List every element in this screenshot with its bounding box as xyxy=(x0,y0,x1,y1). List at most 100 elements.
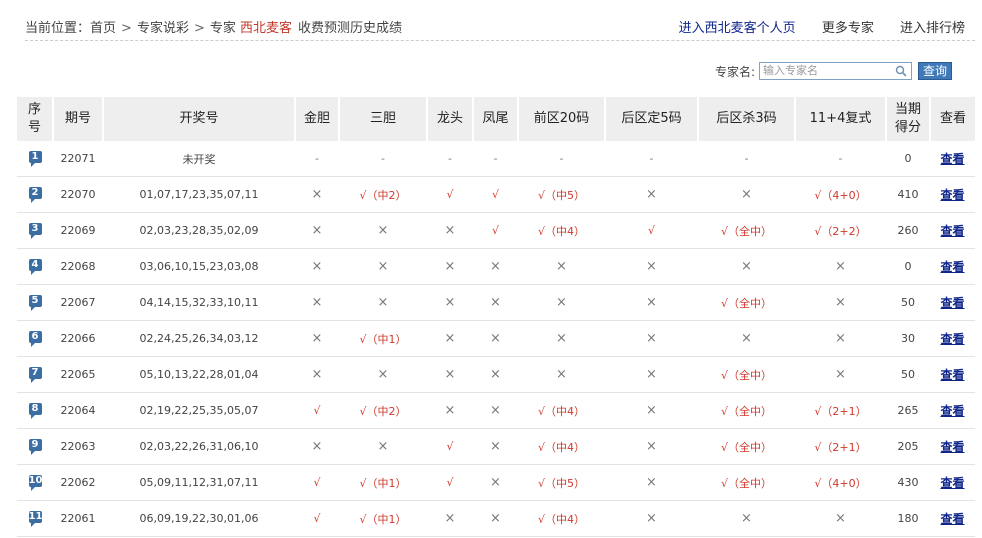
cell-draw-text: 未开奖 xyxy=(182,152,216,166)
cell-front20-text: √（中4） xyxy=(537,440,585,454)
cell-tail: × xyxy=(473,248,518,285)
more-experts-link[interactable]: 更多专家 xyxy=(822,21,874,36)
cell-three: × xyxy=(339,428,427,465)
cell-combo: × xyxy=(795,356,886,393)
view-link[interactable]: 查看 xyxy=(940,188,964,202)
top-links: 进入西北麦客个人页 更多专家 进入排行榜 xyxy=(657,17,965,36)
personal-page-link[interactable]: 进入西北麦客个人页 xyxy=(679,21,796,36)
cell-golden: × xyxy=(295,248,339,285)
cell-back5-text: × xyxy=(646,439,657,454)
row-number: 3 xyxy=(28,223,42,235)
cell-head-text: √ xyxy=(446,188,454,201)
cell-combo: × xyxy=(795,500,886,537)
cell-golden: × xyxy=(295,176,339,213)
cell-score: 430 xyxy=(886,464,930,501)
view-link[interactable]: 查看 xyxy=(940,404,964,418)
cell-view: 查看 xyxy=(930,464,975,501)
cell-head: × xyxy=(427,212,473,249)
cell-score: 0 xyxy=(886,248,930,285)
view-link[interactable]: 查看 xyxy=(940,440,964,454)
cell-tail-text: - xyxy=(493,152,498,165)
cell-head-text: × xyxy=(444,367,456,382)
breadcrumb-expert[interactable]: 专家 xyxy=(210,21,236,36)
cell-front20: × xyxy=(518,284,605,321)
table-header-row: 序号 期号 开奖号 金胆 三胆 龙头 凤尾 前区20码 后区定5码 后区杀3码 11+4复式 当期得分… xyxy=(17,97,975,141)
header-col-front20: 前区20码 xyxy=(518,97,606,141)
cell-issue-text: 22061 xyxy=(60,512,96,525)
cell-kill3-text: √（全中） xyxy=(720,224,772,238)
cell-issue: 22066 xyxy=(53,320,103,357)
cell-front20: √（中4） xyxy=(518,500,605,537)
cell-back5: × xyxy=(605,176,698,213)
row-number: 1 xyxy=(28,151,42,163)
search-input[interactable]: 输入专家名 xyxy=(758,62,912,80)
header-col-golden: 金胆 xyxy=(295,97,340,141)
cell-combo-text: × xyxy=(835,367,846,382)
ranking-link[interactable]: 进入排行榜 xyxy=(900,21,965,36)
header-col-combo: 11+4复式 xyxy=(795,97,887,141)
cell-issue: 22061 xyxy=(53,500,103,537)
cell-head: √ xyxy=(427,428,473,465)
view-link[interactable]: 查看 xyxy=(940,152,964,166)
row-number-badge-icon: 3 xyxy=(28,223,42,239)
table-row: 2 22070 01,07,17,23,35,07,11 × √（中2） √ √ √（中5） ×… xyxy=(17,176,975,213)
cell-no: 3 xyxy=(17,212,53,249)
cell-kill3-text: - xyxy=(744,152,749,165)
cell-back5-text: × xyxy=(646,367,657,382)
table-row: 5 22067 04,14,15,32,33,10,11 × × × × × × √（全中） × 50… xyxy=(17,284,975,321)
cell-issue-text: 22069 xyxy=(60,224,96,237)
cell-three-text: √（中1） xyxy=(359,476,407,490)
view-link[interactable]: 查看 xyxy=(940,296,964,310)
view-link[interactable]: 查看 xyxy=(940,260,964,274)
table-row: 6 22066 02,24,25,26,34,03,12 × √（中1） × × × × × × 30… xyxy=(17,320,975,357)
search-button[interactable]: 查询 xyxy=(917,62,952,80)
cell-golden-text: × xyxy=(311,223,323,238)
cell-draw: 01,07,17,23,35,07,11 xyxy=(103,176,295,213)
cell-front20-text: √（中5） xyxy=(537,188,585,202)
cell-kill3: √（全中） xyxy=(698,284,795,321)
cell-combo: × xyxy=(795,284,886,321)
view-link[interactable]: 查看 xyxy=(940,476,964,490)
cell-front20: × xyxy=(518,248,605,285)
cell-three: √（中2） xyxy=(339,392,427,429)
cell-no: 9 xyxy=(17,428,53,465)
cell-head: × xyxy=(427,320,473,357)
breadcrumb-expert-talk[interactable]: 专家说彩 xyxy=(137,21,189,36)
cell-golden-text: - xyxy=(315,152,319,165)
breadcrumb-separator: > xyxy=(193,21,205,36)
cell-issue: 22071 xyxy=(53,141,103,177)
cell-head: × xyxy=(427,500,473,537)
breadcrumb-home[interactable]: 首页 xyxy=(90,21,116,36)
cell-view: 查看 xyxy=(930,248,975,285)
cell-three: √（中1） xyxy=(339,464,427,501)
cell-tail: - xyxy=(473,141,518,177)
view-link[interactable]: 查看 xyxy=(940,224,964,238)
view-link[interactable]: 查看 xyxy=(940,512,964,526)
cell-three-text: × xyxy=(377,223,389,238)
cell-back5: √ xyxy=(605,212,698,249)
cell-golden: × xyxy=(295,320,339,357)
cell-view: 查看 xyxy=(930,428,975,465)
cell-back5: × xyxy=(605,464,698,501)
cell-golden-text: √ xyxy=(313,404,321,417)
cell-kill3-text: × xyxy=(741,331,752,346)
cell-draw-text: 03,06,10,15,23,03,08 xyxy=(139,260,259,273)
table-row: 8 22064 02,19,22,25,35,05,07 √ √（中2） × × √（中4） ×… xyxy=(17,392,975,429)
cell-draw-text: 02,24,25,26,34,03,12 xyxy=(139,332,259,345)
cell-tail-text: × xyxy=(490,295,501,310)
cell-view: 查看 xyxy=(930,392,975,429)
cell-combo-text: × xyxy=(835,511,846,526)
row-number: 10 xyxy=(28,475,43,487)
cell-draw: 02,03,22,26,31,06,10 xyxy=(103,428,295,465)
header-col-tail: 凤尾 xyxy=(473,97,519,141)
cell-kill3: √（全中） xyxy=(698,212,795,249)
cell-score-text: 180 xyxy=(897,512,919,525)
cell-no: 8 xyxy=(17,392,53,429)
table-body: 1 22071 未开奖 - - - - - - - - 0 查看 2 22070 01,07,17,23,35… xyxy=(17,141,975,537)
view-link[interactable]: 查看 xyxy=(940,368,964,382)
cell-combo: × xyxy=(795,320,886,357)
cell-score: 260 xyxy=(886,212,930,249)
cell-combo-text: - xyxy=(838,152,843,165)
breadcrumb-expert-name[interactable]: 西北麦客 xyxy=(240,21,292,36)
view-link[interactable]: 查看 xyxy=(940,332,964,346)
